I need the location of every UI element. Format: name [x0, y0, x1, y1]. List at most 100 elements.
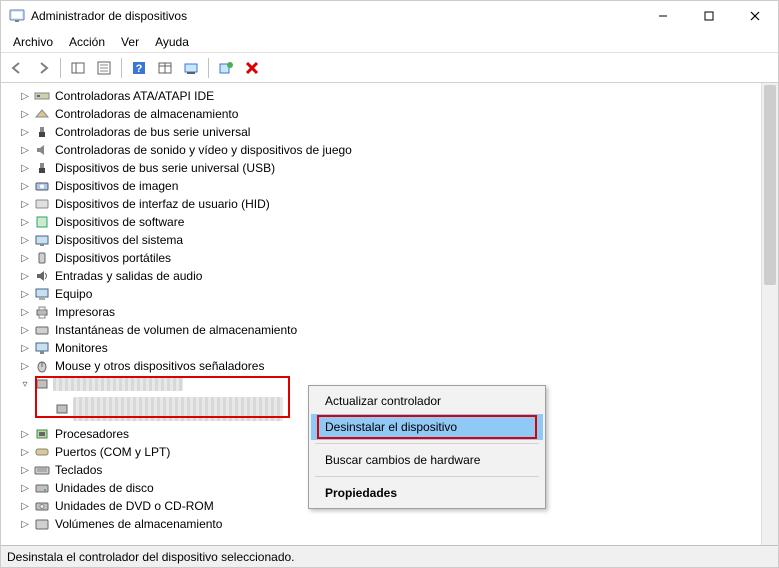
node-label: Controladoras de bus serie universal [53, 125, 252, 139]
portable-device-icon [33, 251, 51, 265]
chevron-right-icon[interactable]: ▷ [19, 465, 31, 476]
hid-device-icon [33, 197, 51, 211]
menu-accion[interactable]: Acción [61, 33, 113, 51]
back-button[interactable] [5, 56, 29, 80]
node-label: Entradas y salidas de audio [53, 269, 204, 283]
menu-archivo[interactable]: Archivo [5, 33, 61, 51]
context-menu: Actualizar controlador Desinstalar el di… [308, 385, 546, 509]
context-properties[interactable]: Propiedades [311, 480, 543, 506]
scan-hardware-button[interactable] [214, 56, 238, 80]
printer-icon [33, 305, 51, 319]
uninstall-button[interactable] [240, 56, 264, 80]
context-update-driver[interactable]: Actualizar controlador [311, 388, 543, 414]
show-hide-tree-button[interactable] [66, 56, 90, 80]
context-uninstall-device[interactable]: Desinstalar el dispositivo [311, 414, 543, 440]
tree-node[interactable]: ▷Dispositivos de software [19, 213, 778, 231]
node-label: Volúmenes de almacenamiento [53, 517, 224, 531]
minimize-button[interactable] [640, 1, 686, 31]
tree-node[interactable]: ▷Mouse y otros dispositivos señaladores [19, 357, 778, 375]
node-label: Unidades de disco [53, 481, 156, 495]
device-icon [53, 402, 71, 416]
forward-button[interactable] [31, 56, 55, 80]
svg-text:?: ? [136, 63, 143, 75]
tree-node[interactable]: ▷ Volúmenes de almacenamiento [19, 515, 778, 533]
chevron-right-icon[interactable]: ▷ [19, 361, 31, 372]
context-separator [315, 476, 539, 477]
chevron-right-icon[interactable]: ▷ [19, 447, 31, 458]
toolbar-separator [208, 58, 209, 78]
tree-node[interactable]: ▷ Instantáneas de volumen de almacenamien… [19, 321, 778, 339]
chevron-right-icon[interactable]: ▷ [19, 199, 31, 210]
help-button[interactable]: ? [127, 56, 151, 80]
toolbar-separator [60, 58, 61, 78]
titlebar: Administrador de dispositivos [1, 1, 778, 31]
window-title: Administrador de dispositivos [31, 9, 640, 23]
maximize-button[interactable] [686, 1, 732, 31]
close-button[interactable] [732, 1, 778, 31]
audio-io-icon [33, 269, 51, 283]
tree-node[interactable]: ▷ Dispositivos de bus serie universal (US… [19, 159, 778, 177]
context-item-label: Propiedades [325, 486, 397, 500]
software-device-icon [33, 215, 51, 229]
monitor-icon [33, 341, 51, 355]
tree-node[interactable]: ▷ Dispositivos del sistema [19, 231, 778, 249]
processor-icon [33, 427, 51, 441]
node-label: Dispositivos de imagen [53, 179, 180, 193]
node-label: Impresoras [53, 305, 117, 319]
device-icon [33, 377, 51, 391]
chevron-right-icon[interactable]: ▷ [19, 145, 31, 156]
ide-controller-icon [33, 89, 51, 103]
tree-node[interactable]: ▷Dispositivos portátiles [19, 249, 778, 267]
tree-node[interactable]: ▷ Controladoras de bus serie universal [19, 123, 778, 141]
scrollbar-thumb[interactable] [764, 85, 776, 285]
node-label: Dispositivos de bus serie universal (USB… [53, 161, 277, 175]
node-label: Dispositivos de interfaz de usuario (HID… [53, 197, 272, 211]
menu-ayuda[interactable]: Ayuda [147, 33, 197, 51]
chevron-right-icon[interactable]: ▷ [19, 343, 31, 354]
chevron-right-icon[interactable]: ▷ [19, 307, 31, 318]
tree-node[interactable]: ▷Controladoras de sonido y vídeo y dispo… [19, 141, 778, 159]
tree-node[interactable]: ▷Controladoras de almacenamiento [19, 105, 778, 123]
node-label: Instantáneas de volumen de almacenamient… [53, 323, 299, 337]
port-icon [33, 445, 51, 459]
chevron-right-icon[interactable]: ▷ [19, 483, 31, 494]
node-label: Puertos (COM y LPT) [53, 445, 172, 459]
tree-node[interactable]: ▷ Equipo [19, 285, 778, 303]
tree-node[interactable]: ▷ Impresoras [19, 303, 778, 321]
node-label: Equipo [53, 287, 94, 301]
tree-node[interactable]: ▷ Entradas y salidas de audio [19, 267, 778, 285]
chevron-right-icon[interactable]: ▷ [19, 325, 31, 336]
menu-ver[interactable]: Ver [113, 33, 147, 51]
chevron-right-icon[interactable]: ▷ [19, 253, 31, 264]
chevron-right-icon[interactable]: ▷ [19, 217, 31, 228]
tree-node[interactable]: ▷Controladoras ATA/ATAPI IDE [19, 87, 778, 105]
volume-snapshot-icon [33, 323, 51, 337]
chevron-right-icon[interactable]: ▷ [19, 519, 31, 530]
imaging-device-icon [33, 179, 51, 193]
scrollbar[interactable] [761, 83, 778, 545]
grid-view-button[interactable] [153, 56, 177, 80]
status-text: Desinstala el controlador del dispositiv… [7, 550, 295, 564]
update-driver-button[interactable] [179, 56, 203, 80]
tree-node[interactable]: ▷ Dispositivos de imagen [19, 177, 778, 195]
chevron-right-icon[interactable]: ▷ [19, 127, 31, 138]
app-icon [9, 8, 25, 24]
chevron-right-icon[interactable]: ▷ [19, 271, 31, 282]
node-label: Procesadores [53, 427, 131, 441]
tree-node[interactable]: ▷Monitores [19, 339, 778, 357]
node-label: Teclados [53, 463, 104, 477]
sound-controller-icon [33, 143, 51, 157]
chevron-right-icon[interactable]: ▷ [19, 235, 31, 246]
chevron-down-icon[interactable]: ▿ [19, 379, 31, 390]
node-label: Dispositivos del sistema [53, 233, 185, 247]
tree-node[interactable]: ▷ Dispositivos de interfaz de usuario (HI… [19, 195, 778, 213]
chevron-right-icon[interactable]: ▷ [19, 91, 31, 102]
chevron-right-icon[interactable]: ▷ [19, 429, 31, 440]
chevron-right-icon[interactable]: ▷ [19, 181, 31, 192]
context-scan-hardware[interactable]: Buscar cambios de hardware [311, 447, 543, 473]
chevron-right-icon[interactable]: ▷ [19, 163, 31, 174]
chevron-right-icon[interactable]: ▷ [19, 109, 31, 120]
properties-button[interactable] [92, 56, 116, 80]
chevron-right-icon[interactable]: ▷ [19, 289, 31, 300]
chevron-right-icon[interactable]: ▷ [19, 501, 31, 512]
